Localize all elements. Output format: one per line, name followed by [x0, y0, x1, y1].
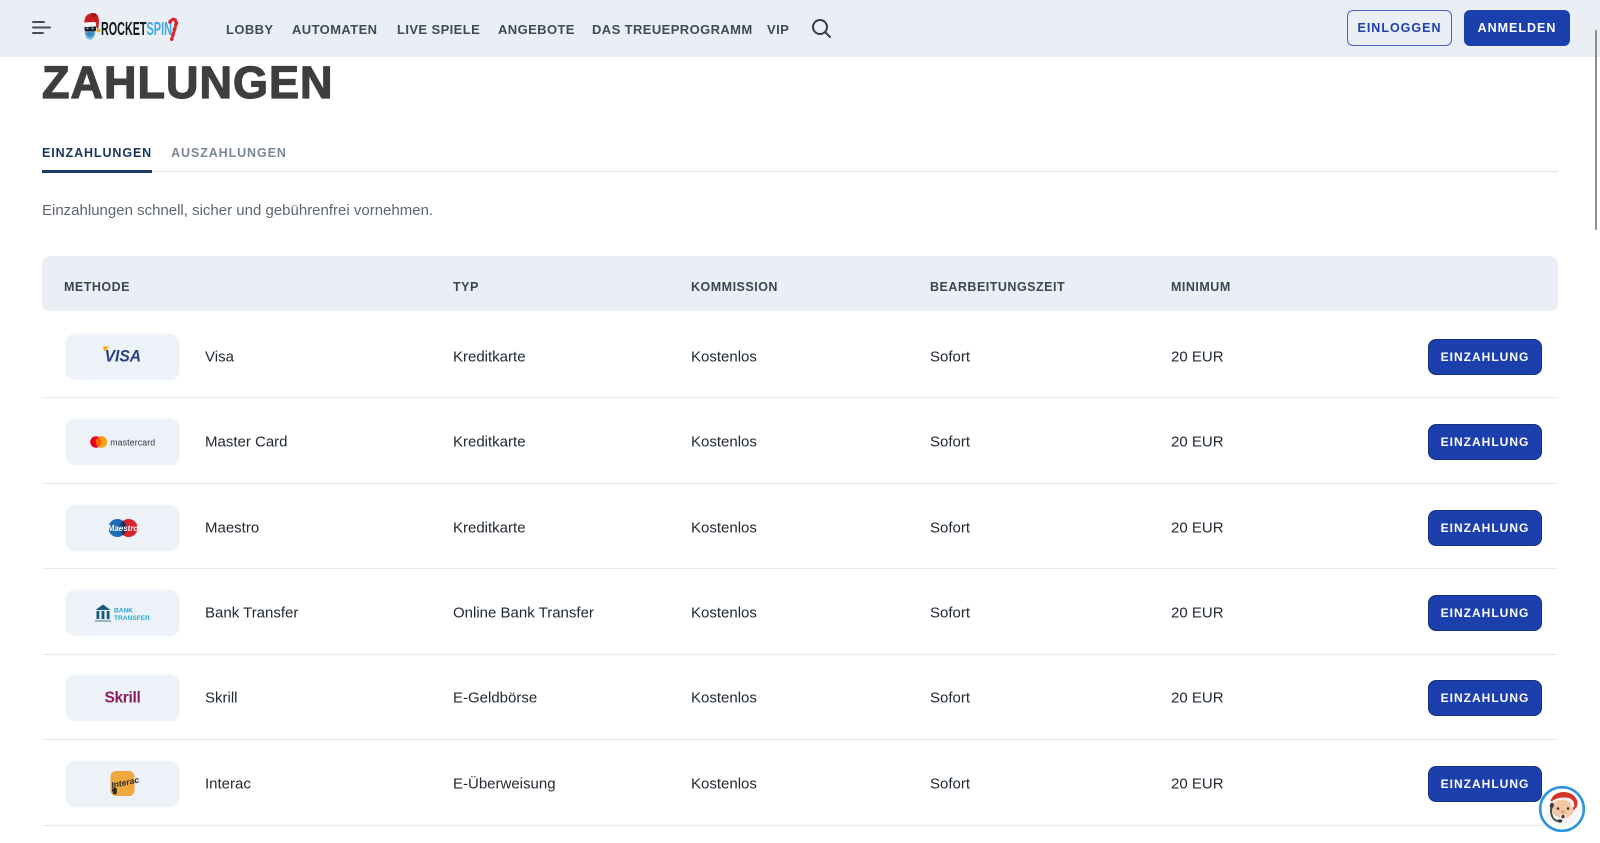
svg-text:Maestro: Maestro [108, 524, 138, 533]
svg-text:TRANSFER: TRANSFER [114, 615, 150, 622]
svg-text:ROCKET: ROCKET [101, 19, 147, 39]
svg-text:BANK: BANK [114, 607, 133, 614]
svg-text:SPIN: SPIN [147, 19, 173, 39]
